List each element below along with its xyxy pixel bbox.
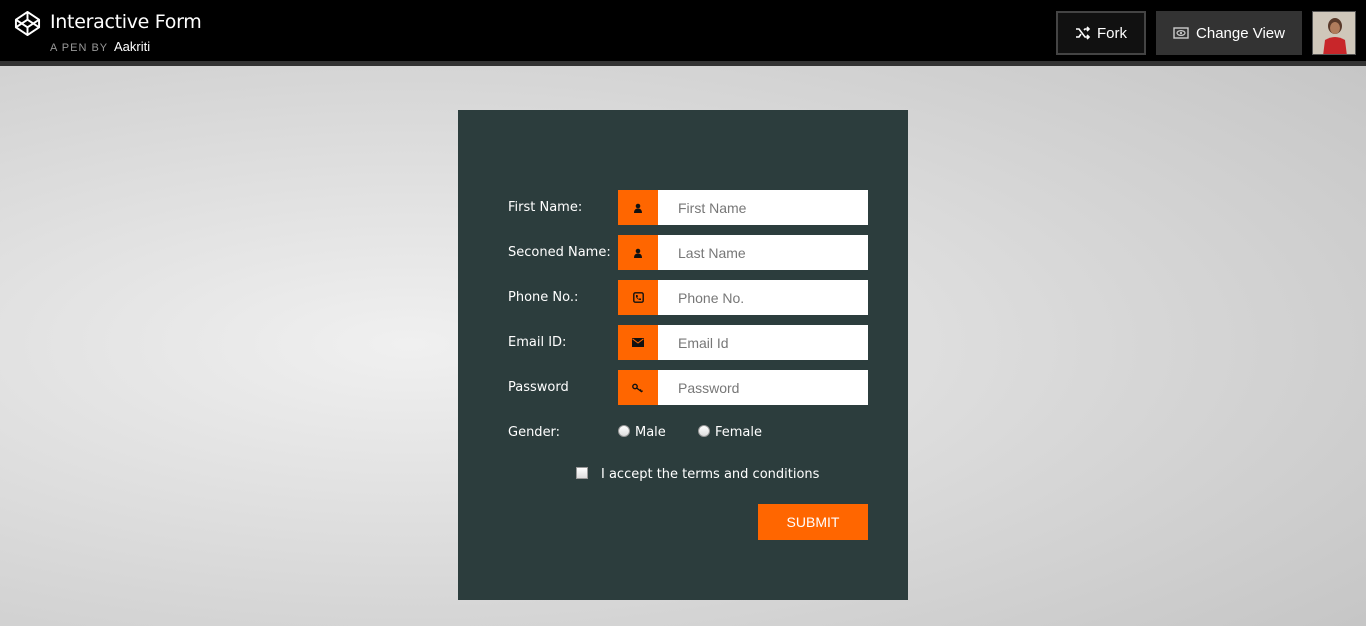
byline-prefix: A PEN BY bbox=[50, 42, 108, 54]
pen-title[interactable]: Interactive Form bbox=[50, 11, 202, 33]
second-name-icon-box bbox=[618, 235, 658, 270]
terms-label: I accept the terms and conditions bbox=[601, 467, 820, 482]
last-name-input[interactable] bbox=[658, 235, 868, 270]
male-radio[interactable] bbox=[618, 424, 630, 437]
phone-input[interactable] bbox=[658, 280, 868, 315]
email-row: Email ID: bbox=[508, 325, 868, 360]
password-input[interactable] bbox=[658, 370, 868, 405]
user-avatar[interactable] bbox=[1312, 11, 1356, 55]
avatar-image bbox=[1313, 12, 1355, 54]
first-name-icon-box bbox=[618, 190, 658, 225]
phone-icon bbox=[632, 292, 644, 303]
first-name-input[interactable] bbox=[658, 190, 868, 225]
terms-checkbox[interactable] bbox=[576, 466, 588, 479]
email-input[interactable] bbox=[658, 325, 868, 360]
submit-button[interactable]: SUBMIT bbox=[758, 504, 868, 540]
first-name-label: First Name: bbox=[508, 200, 583, 215]
gender-option-male[interactable]: Male bbox=[618, 415, 666, 450]
female-radio[interactable] bbox=[698, 424, 710, 437]
top-bar: Interactive Form A PEN BY Aakriti Fork C… bbox=[0, 0, 1366, 66]
fork-button[interactable]: Fork bbox=[1056, 11, 1146, 55]
second-name-row: Seconed Name: bbox=[508, 235, 868, 270]
user-icon bbox=[634, 248, 642, 258]
eye-icon bbox=[1173, 27, 1189, 39]
pen-byline: A PEN BY Aakriti bbox=[50, 39, 150, 54]
envelope-icon bbox=[632, 338, 644, 347]
terms-row[interactable]: I accept the terms and conditions bbox=[576, 466, 820, 482]
fork-icon bbox=[1076, 26, 1091, 40]
author-link[interactable]: Aakriti bbox=[114, 39, 150, 54]
form-card: First Name: Seconed Name: Phone No.: bbox=[458, 110, 908, 600]
email-label: Email ID: bbox=[508, 335, 567, 350]
female-label: Female bbox=[715, 425, 763, 440]
password-icon-box bbox=[618, 370, 658, 405]
male-label: Male bbox=[635, 425, 666, 440]
key-icon bbox=[632, 383, 643, 393]
gender-option-female[interactable]: Female bbox=[698, 415, 762, 450]
email-icon-box bbox=[618, 325, 658, 360]
change-view-button[interactable]: Change View bbox=[1156, 11, 1302, 55]
codepen-logo-icon[interactable] bbox=[14, 10, 41, 37]
phone-label: Phone No.: bbox=[508, 290, 579, 305]
fork-label: Fork bbox=[1097, 24, 1127, 42]
password-row: Password bbox=[508, 370, 868, 405]
phone-icon-box bbox=[618, 280, 658, 315]
phone-row: Phone No.: bbox=[508, 280, 868, 315]
password-label: Password bbox=[508, 380, 569, 395]
user-icon bbox=[634, 203, 642, 213]
second-name-label: Seconed Name: bbox=[508, 245, 611, 260]
change-view-label: Change View bbox=[1196, 24, 1285, 42]
first-name-row: First Name: bbox=[508, 190, 868, 225]
gender-label: Gender: bbox=[508, 425, 561, 440]
gender-row: Gender: Male Female bbox=[508, 415, 868, 450]
